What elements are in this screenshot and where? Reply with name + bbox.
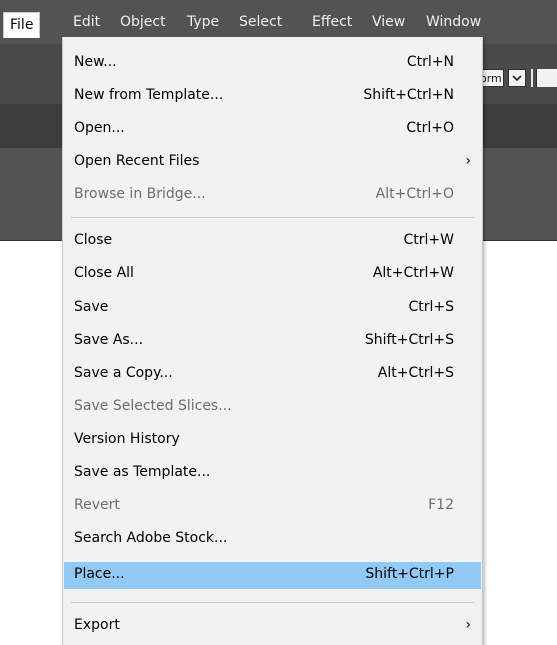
menu-separator xyxy=(71,217,474,218)
app-window: File Edit Object Type Select Effect View… xyxy=(0,0,557,645)
menu-item-place[interactable]: Place... Shift+Ctrl+P xyxy=(64,562,481,589)
menu-item-shortcut: Ctrl+W xyxy=(403,232,454,248)
menu-item-version-history[interactable]: Version History xyxy=(63,427,482,454)
control-field-partial[interactable] xyxy=(536,69,557,87)
menu-item-label: Place... xyxy=(74,566,125,582)
menu-item-shortcut: Alt+Ctrl+O xyxy=(375,186,454,202)
menu-item-new[interactable]: New... Ctrl+N xyxy=(63,50,482,77)
menu-item-close-all[interactable]: Close All Alt+Ctrl+W xyxy=(63,261,482,288)
menu-item-label: New from Template... xyxy=(74,87,224,103)
menu-item-shortcut: Ctrl+S xyxy=(408,299,454,315)
menu-item-label: Browse in Bridge... xyxy=(74,186,206,202)
menu-item-shortcut: Alt+Ctrl+W xyxy=(372,265,454,281)
menu-item-label: Save xyxy=(74,299,109,315)
menu-item-shortcut: Shift+Ctrl+N xyxy=(363,87,454,103)
submenu-arrow-icon: › xyxy=(465,153,471,169)
menu-item-label: Close xyxy=(74,232,113,248)
menu-item-shortcut: Ctrl+O xyxy=(406,120,454,136)
chevron-down-icon xyxy=(512,75,522,82)
menu-item-open-recent-files[interactable]: Open Recent Files › xyxy=(63,149,482,176)
menu-type[interactable]: Type xyxy=(187,10,219,34)
menu-item-label: Revert xyxy=(74,497,120,513)
menu-item-new-from-template[interactable]: New from Template... Shift+Ctrl+N xyxy=(63,83,482,110)
submenu-arrow-icon: › xyxy=(465,617,471,633)
menu-item-label: Version History xyxy=(74,431,180,447)
menu-item-search-adobe-stock[interactable]: Search Adobe Stock... xyxy=(63,526,482,553)
menu-item-label: Open... xyxy=(74,120,125,136)
file-menu-dropdown: New... Ctrl+N New from Template... Shift… xyxy=(62,37,483,645)
control-divider xyxy=(531,69,533,87)
menu-file[interactable]: File xyxy=(3,12,41,38)
menu-item-label: Save a Copy... xyxy=(74,365,173,381)
menu-item-shortcut: Alt+Ctrl+S xyxy=(377,365,454,381)
menu-item-shortcut: Shift+Ctrl+P xyxy=(365,566,454,582)
menu-edit[interactable]: Edit xyxy=(73,10,100,34)
menu-item-label: Close All xyxy=(74,265,134,281)
menu-item-label: Save as Template... xyxy=(74,464,211,480)
menu-item-open[interactable]: Open... Ctrl+O xyxy=(63,116,482,143)
menu-item-revert: Revert F12 xyxy=(63,493,482,520)
menu-item-close[interactable]: Close Ctrl+W xyxy=(63,228,482,255)
menu-item-label: Save Selected Slices... xyxy=(74,398,232,414)
menu-effect[interactable]: Effect xyxy=(312,10,352,34)
menu-window[interactable]: Window xyxy=(426,10,481,34)
menu-view[interactable]: View xyxy=(372,10,405,34)
menu-item-label: Open Recent Files xyxy=(74,153,200,169)
menu-item-label: Export xyxy=(74,617,120,633)
menu-item-save-a-copy[interactable]: Save a Copy... Alt+Ctrl+S xyxy=(63,361,482,388)
menu-item-shortcut: Ctrl+N xyxy=(406,54,454,70)
menu-item-shortcut: F12 xyxy=(428,497,454,513)
menu-item-browse-in-bridge: Browse in Bridge... Alt+Ctrl+O xyxy=(63,182,482,209)
menu-item-shortcut: Shift+Ctrl+S xyxy=(364,332,454,348)
menu-item-label: Save As... xyxy=(74,332,144,348)
menu-item-save-selected-slices: Save Selected Slices... xyxy=(63,394,482,421)
menu-item-label: Search Adobe Stock... xyxy=(74,530,228,546)
menu-item-save-as-template[interactable]: Save as Template... xyxy=(63,460,482,487)
menu-item-save-as[interactable]: Save As... Shift+Ctrl+S xyxy=(63,328,482,355)
menu-item-save[interactable]: Save Ctrl+S xyxy=(63,295,482,322)
menu-separator xyxy=(71,602,474,603)
menu-item-label: New... xyxy=(74,54,117,70)
menu-object[interactable]: Object xyxy=(120,10,166,34)
menu-select[interactable]: Select xyxy=(239,10,282,34)
menu-item-export[interactable]: Export › xyxy=(63,613,482,640)
transform-dropdown-button[interactable] xyxy=(508,69,526,87)
